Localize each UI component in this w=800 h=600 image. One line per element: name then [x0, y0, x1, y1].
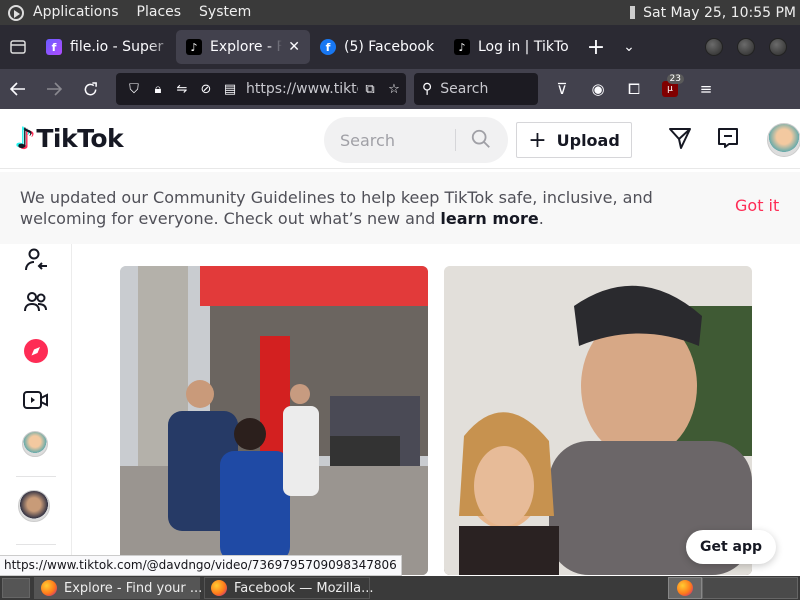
inbox-icon[interactable]	[716, 126, 740, 150]
video-thumbnail-street	[120, 266, 428, 575]
reader-icon[interactable]: ▤	[218, 82, 242, 97]
followed-account-avatar[interactable]	[18, 490, 50, 522]
taskbar-task-explore[interactable]: Explore - Find your ...	[34, 577, 202, 599]
video-card[interactable]	[120, 266, 428, 575]
hamburger-menu-icon[interactable]: ≡	[688, 69, 724, 109]
reload-icon	[84, 81, 97, 95]
tiktok-header: ♪ TikTok Search + Upload	[0, 109, 800, 169]
sidebar	[0, 244, 72, 575]
minimize-button[interactable]	[705, 38, 723, 56]
forward-button[interactable]	[36, 69, 72, 109]
explore-nav-button[interactable]	[20, 335, 52, 367]
video-card[interactable]	[444, 266, 752, 575]
picture-in-picture-icon[interactable]: ⧉	[358, 82, 382, 97]
tab-strip: f file.io - Super s ♪ Explore - Find ✕ f…	[0, 25, 800, 69]
url-bar[interactable]: ⛉ 🔒︎ ⇋ ⊘ ▤ https://www.tiktok.com ⧉ ☆	[116, 73, 406, 105]
bookmark-star-icon[interactable]: ☆	[382, 82, 406, 97]
tiktok-icon: ♪	[454, 39, 470, 55]
show-desktop-button[interactable]	[2, 578, 30, 598]
tiktok-logo[interactable]: ♪ TikTok	[16, 122, 124, 155]
taskbar: Explore - Find your ... Facebook — Mozil…	[0, 576, 800, 600]
forward-arrow-icon	[47, 82, 62, 96]
tiktok-search-input[interactable]: Search	[324, 117, 508, 163]
facebook-icon: f	[320, 39, 336, 55]
sidebar-divider	[16, 476, 56, 477]
list-all-tabs-icon[interactable]: ⌄	[614, 39, 644, 55]
following-user-icon	[25, 248, 47, 271]
search-icon: ⚲	[422, 81, 433, 97]
pocket-icon[interactable]: ⊽	[544, 69, 580, 109]
compass-icon	[24, 339, 48, 363]
workspace-switcher-empty[interactable]	[702, 577, 798, 599]
banner-text: We updated our Community Guidelines to h…	[20, 188, 653, 228]
url-text[interactable]: https://www.tiktok.com	[246, 81, 358, 97]
plus-icon: +	[528, 127, 547, 153]
messages-send-icon[interactable]	[668, 126, 692, 150]
link-status-bar: https://www.tiktok.com/@davdngo/video/73…	[0, 555, 402, 576]
close-tab-icon[interactable]: ✕	[288, 39, 300, 55]
tiktok-note-icon: ♪	[16, 122, 34, 155]
profile-avatar[interactable]	[767, 123, 800, 157]
firefox-view-icon	[10, 40, 26, 54]
search-bar[interactable]: ⚲ Search	[414, 73, 538, 105]
firefox-icon	[41, 580, 57, 596]
nav-bar: ⛉ 🔒︎ ⇋ ⊘ ▤ https://www.tiktok.com ⧉ ☆ ⚲ …	[0, 69, 800, 109]
tab-tiktok-login[interactable]: ♪ Log in | TikTok	[444, 30, 578, 64]
taskbar-task-facebook[interactable]: Facebook — Mozilla...	[204, 577, 374, 599]
following-nav-button[interactable]	[20, 244, 52, 276]
menu-places[interactable]: Places	[128, 0, 191, 25]
tab-fileio[interactable]: f file.io - Super s	[36, 30, 176, 64]
firefox-view-button[interactable]	[0, 25, 36, 69]
fileio-icon: f	[46, 39, 62, 55]
ublock-extension-button[interactable]: μ 23	[652, 69, 688, 109]
close-window-button[interactable]	[769, 38, 787, 56]
upload-button[interactable]: + Upload	[516, 122, 632, 158]
friends-icon	[24, 292, 47, 312]
battery-icon	[630, 6, 636, 19]
reload-button[interactable]	[72, 69, 108, 109]
shield-icon[interactable]: ⛉	[122, 82, 146, 97]
applications-icon[interactable]	[8, 4, 24, 21]
back-button[interactable]	[0, 69, 36, 109]
profile-nav-avatar[interactable]	[22, 431, 48, 457]
sidebar-divider	[16, 544, 56, 545]
search-divider	[455, 129, 456, 151]
top-panel: Applications Places System Sat May 25, 1…	[0, 0, 800, 25]
autoplay-blocked-icon[interactable]: ⊘	[194, 82, 218, 97]
video-thumbnail-couple	[444, 266, 752, 575]
search-icon[interactable]	[470, 128, 492, 150]
guidelines-banner: We updated our Community Guidelines to h…	[0, 172, 800, 244]
live-video-icon	[23, 391, 48, 409]
get-app-button[interactable]: Get app	[686, 530, 776, 564]
got-it-button[interactable]: Got it	[735, 196, 779, 215]
learn-more-link[interactable]: learn more	[440, 209, 538, 228]
firefox-icon	[677, 580, 693, 596]
friends-nav-button[interactable]	[20, 286, 52, 318]
live-nav-button[interactable]	[20, 384, 52, 416]
tiktok-icon: ♪	[186, 39, 202, 55]
tiktok-page: ♪ TikTok Search + Upload We updated our …	[0, 109, 800, 575]
back-arrow-icon	[10, 82, 25, 96]
tab-explore[interactable]: ♪ Explore - Find ✕	[176, 30, 310, 64]
permissions-icon[interactable]: ⇋	[170, 82, 194, 97]
extensions-icon[interactable]: ⧠	[616, 69, 652, 109]
new-tab-button[interactable]: +	[578, 35, 614, 60]
maximize-button[interactable]	[737, 38, 755, 56]
menu-applications[interactable]: Applications	[24, 0, 128, 25]
clock[interactable]: Sat May 25, 10:55 PM	[643, 5, 796, 21]
tab-facebook[interactable]: f (5) Facebook	[310, 30, 444, 64]
firefox-icon	[211, 580, 227, 596]
menu-system[interactable]: System	[190, 0, 260, 25]
account-icon[interactable]: ◉	[580, 69, 616, 109]
lock-icon[interactable]: 🔒︎	[146, 82, 170, 97]
workspace-switcher[interactable]	[668, 577, 702, 599]
